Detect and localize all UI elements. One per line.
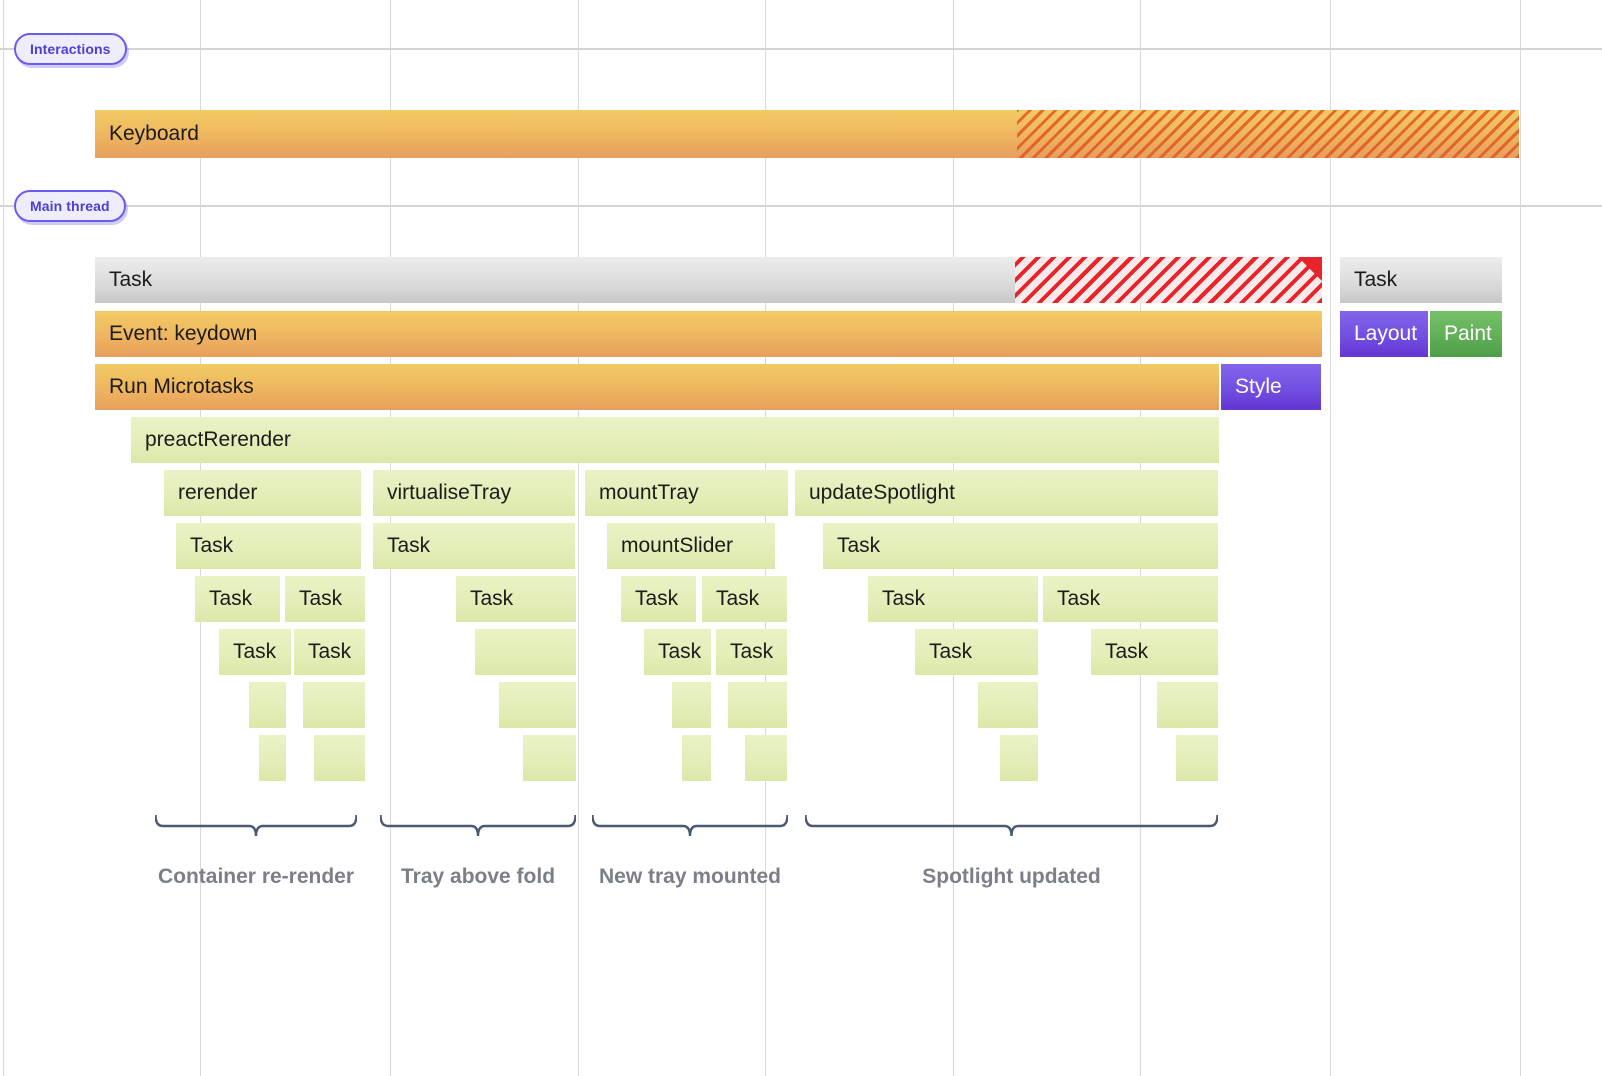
mount-tray-bar-label: mountTray [585,481,699,505]
task-bar-spotlight-5b[interactable] [1176,735,1218,781]
flame-chart-canvas: Keyboard Task Task Event: keydown Layout Pai… [0,0,1602,1076]
task-bar-mount-5a[interactable] [682,735,711,781]
task-bar-spotlight-2b-label: Task [1043,587,1100,611]
task-bar-spotlight-3b[interactable]: Task [1091,629,1218,675]
event-keydown-bar[interactable]: Event: keydown [95,311,1322,357]
task-bar-rerender-3a-label: Task [219,640,276,664]
run-microtasks-bar[interactable]: Run Microtasks [95,364,1219,410]
paint-bar[interactable]: Paint [1430,311,1502,357]
style-bar-label: Style [1221,375,1282,399]
task-bar-virtualise-1[interactable]: Task [373,523,575,569]
task-bar-rerender-3a[interactable]: Task [219,629,291,675]
task-bar-main-long-task-marker [1298,257,1322,281]
task-bar-main-overload-hatch [1015,257,1322,303]
layout-bar-label: Layout [1340,322,1417,346]
annotation-spotlight-updated-bracket [805,815,1218,841]
gridline-0 [3,0,4,1076]
task-bar-spotlight-1-label: Task [823,534,880,558]
task-bar-mount-3b-label: Task [716,640,773,664]
task-bar-rerender-4b[interactable] [303,682,365,728]
track-pill-main-thread[interactable]: Main thread [14,190,126,222]
mount-slider-bar[interactable]: mountSlider [607,523,775,569]
task-bar-spotlight-3a[interactable]: Task [915,629,1038,675]
task-bar-main-label: Task [95,268,152,292]
task-bar-right[interactable]: Task [1340,257,1502,303]
keyboard-interaction-bar-label: Keyboard [95,122,199,146]
interactions-rule [0,48,1602,50]
task-bar-rerender-4a[interactable] [249,682,286,728]
task-bar-spotlight-4b[interactable] [1157,682,1218,728]
track-pill-label: Main thread [30,198,110,214]
task-bar-virtualise-2-label: Task [456,587,513,611]
task-bar-mount-5b[interactable] [745,735,787,781]
gridline-3 [578,0,579,1076]
annotation-tray-above-fold-bracket [380,815,576,841]
track-pill-interactions[interactable]: Interactions [14,33,127,65]
track-pill-label: Interactions [30,41,111,57]
run-microtasks-bar-label: Run Microtasks [95,375,254,399]
virtualise-tray-bar-label: virtualiseTray [373,481,511,505]
gridline-8 [1520,0,1521,1076]
task-bar-spotlight-2a[interactable]: Task [868,576,1038,622]
annotation-tray-above-fold-label: Tray above fold [401,865,555,889]
task-bar-spotlight-5a[interactable] [1000,735,1038,781]
task-bar-mount-3a[interactable]: Task [644,629,711,675]
paint-bar-label: Paint [1430,322,1492,346]
keyboard-interaction-bar-overload-hatch [1017,110,1519,158]
task-bar-rerender-1-label: Task [176,534,233,558]
task-bar-spotlight-3a-label: Task [915,640,972,664]
task-bar-virtualise-5[interactable] [523,735,576,781]
annotation-spotlight-updated-label: Spotlight updated [922,865,1100,889]
task-bar-rerender-2a[interactable]: Task [195,576,280,622]
task-bar-spotlight-4a[interactable] [978,682,1038,728]
gridline-7 [1330,0,1331,1076]
task-bar-mount-3b[interactable]: Task [716,629,787,675]
event-keydown-bar-label: Event: keydown [95,322,257,346]
rerender-bar-label: rerender [164,481,257,505]
mount-tray-bar[interactable]: mountTray [585,470,788,516]
task-bar-spotlight-1[interactable]: Task [823,523,1218,569]
task-bar-mount-3a-label: Task [644,640,701,664]
task-bar-rerender-3b[interactable]: Task [294,629,365,675]
task-bar-mount-2a-label: Task [621,587,678,611]
task-bar-mount-4a[interactable] [672,682,711,728]
annotation-new-tray-mounted-bracket [592,815,788,841]
task-bar-mount-2a[interactable]: Task [621,576,696,622]
task-bar-right-label: Task [1340,268,1397,292]
annotation-container-rerender-bracket [155,815,357,841]
update-spotlight-bar-label: updateSpotlight [795,481,955,505]
annotation-container-rerender-label: Container re-render [158,865,354,889]
task-bar-virtualise-1-label: Task [373,534,430,558]
task-bar-spotlight-3b-label: Task [1091,640,1148,664]
task-bar-rerender-5a[interactable] [259,735,286,781]
task-bar-rerender-5b[interactable] [314,735,365,781]
task-bar-rerender-3b-label: Task [294,640,351,664]
rerender-bar[interactable]: rerender [164,470,361,516]
task-bar-spotlight-2b[interactable]: Task [1043,576,1218,622]
task-bar-mount-2b[interactable]: Task [702,576,787,622]
main-thread-rule [0,205,1602,207]
task-bar-virtualise-2[interactable]: Task [456,576,576,622]
style-bar[interactable]: Style [1221,364,1321,410]
preact-rerender-bar[interactable]: preactRerender [131,417,1219,463]
task-bar-virtualise-3[interactable] [475,629,576,675]
preact-rerender-bar-label: preactRerender [131,428,291,452]
task-bar-rerender-2a-label: Task [195,587,252,611]
mount-slider-bar-label: mountSlider [607,534,733,558]
layout-bar[interactable]: Layout [1340,311,1428,357]
task-bar-mount-2b-label: Task [702,587,759,611]
update-spotlight-bar[interactable]: updateSpotlight [795,470,1218,516]
task-bar-virtualise-4[interactable] [499,682,576,728]
task-bar-rerender-2b-label: Task [285,587,342,611]
task-bar-rerender-1[interactable]: Task [176,523,361,569]
task-bar-rerender-2b[interactable]: Task [285,576,365,622]
task-bar-spotlight-2a-label: Task [868,587,925,611]
virtualise-tray-bar[interactable]: virtualiseTray [373,470,575,516]
task-bar-mount-4b[interactable] [728,682,787,728]
annotation-new-tray-mounted-label: New tray mounted [599,865,781,889]
